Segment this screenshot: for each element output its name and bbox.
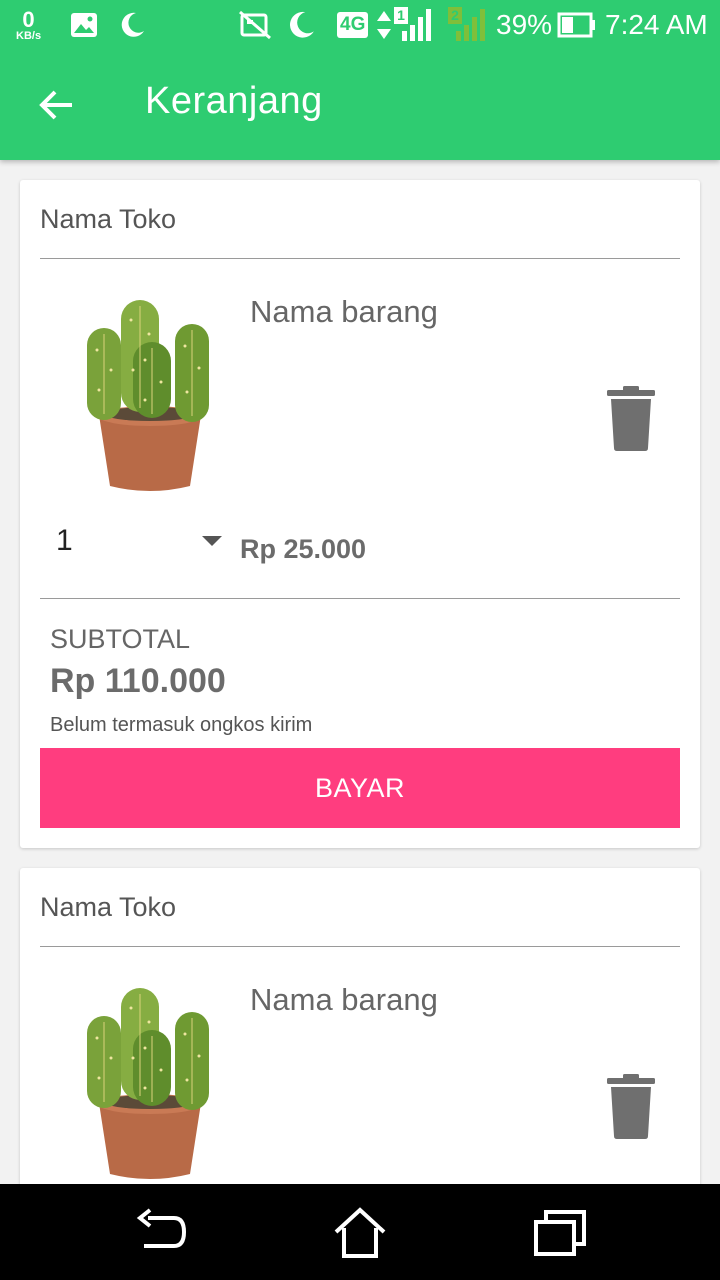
trash-icon[interactable] bbox=[605, 1074, 657, 1140]
product-image bbox=[75, 290, 225, 500]
network-speed-value: 0 bbox=[22, 6, 35, 32]
arrow-left-icon bbox=[39, 90, 72, 120]
shipping-note: Belum termasuk ongkos kirim bbox=[50, 714, 313, 736]
divider bbox=[40, 598, 680, 599]
subtotal-label: SUBTOTAL bbox=[50, 624, 191, 654]
recent-apps-icon[interactable] bbox=[530, 1204, 590, 1260]
chevron-down-icon bbox=[202, 536, 222, 546]
toolbar: Keranjang bbox=[0, 50, 720, 160]
app-bar: 0 KB/s 4G 1 2 39% 7:24 AM Keranjang bbox=[0, 0, 720, 160]
moon-icon bbox=[286, 0, 316, 50]
back-icon[interactable] bbox=[130, 1204, 190, 1260]
status-bar: 0 KB/s 4G 1 2 39% 7:24 AM bbox=[0, 0, 720, 50]
battery-percent: 39% bbox=[496, 9, 553, 40]
divider bbox=[40, 258, 680, 259]
trash-icon[interactable] bbox=[605, 386, 657, 452]
network-type-label: 4G bbox=[337, 12, 369, 38]
data-arrows-icon bbox=[376, 0, 392, 50]
divider bbox=[40, 946, 680, 947]
product-image bbox=[75, 978, 225, 1188]
network-type-icon: 4G bbox=[337, 0, 369, 50]
moon-icon bbox=[118, 0, 146, 50]
signal-icon: 2 bbox=[448, 0, 488, 50]
clock: 7:24 AM bbox=[605, 9, 708, 40]
image-icon bbox=[70, 0, 98, 50]
no-sim-icon bbox=[238, 0, 272, 50]
store-name: Nama Toko bbox=[40, 204, 177, 234]
store-cart-card: Nama Toko Nama barang 1 Rp 25.000 SUBTOT… bbox=[20, 180, 700, 848]
item-price: Rp 25.000 bbox=[240, 534, 367, 564]
battery-icon bbox=[557, 0, 597, 50]
page-title: Keranjang bbox=[145, 80, 323, 122]
store-name: Nama Toko bbox=[40, 892, 177, 922]
back-button[interactable] bbox=[26, 75, 86, 135]
system-nav-bar bbox=[0, 1184, 720, 1280]
item-name: Nama barang bbox=[250, 982, 438, 1017]
home-icon[interactable] bbox=[330, 1204, 390, 1260]
subtotal-value: Rp 110.000 bbox=[50, 662, 226, 700]
network-speed: 0 KB/s bbox=[16, 0, 41, 50]
quantity-value: 1 bbox=[56, 524, 73, 557]
item-name: Nama barang bbox=[250, 294, 438, 329]
signal-icon: 1 bbox=[394, 0, 434, 50]
pay-button[interactable]: BAYAR bbox=[40, 748, 680, 828]
quantity-dropdown[interactable]: 1 bbox=[40, 516, 222, 566]
network-speed-unit: KB/s bbox=[16, 29, 42, 42]
